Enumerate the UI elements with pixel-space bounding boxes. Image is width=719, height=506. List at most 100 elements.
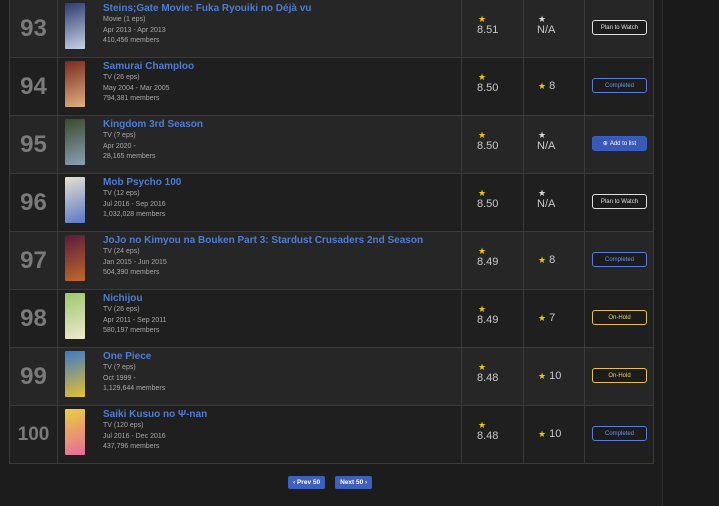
anime-info: Mob Psycho 100 TV (12 eps) Jul 2016 - Se…: [103, 176, 181, 221]
anime-thumbnail[interactable]: [65, 61, 85, 107]
anime-members: 794,381 members: [103, 95, 160, 102]
anime-dates: May 2004 - Mar 2005: [103, 84, 170, 92]
status-cell: On-Hold: [585, 290, 653, 347]
status-label: Completed: [604, 430, 634, 437]
status-label: On-Hold: [608, 314, 631, 321]
rank-number: 93: [20, 14, 47, 42]
score-value: 8.48: [477, 372, 499, 384]
status-button[interactable]: Plan to Watch: [592, 194, 647, 209]
star-icon: ★: [538, 255, 547, 265]
star-icon: ★: [478, 188, 487, 198]
score-cell: ★ 8.49: [462, 290, 524, 347]
status-cell: Plan to Watch: [585, 174, 653, 231]
score-cell: ★ 8.50: [462, 58, 524, 115]
anime-type: TV (? eps): [103, 132, 136, 139]
status-label: Add to list: [609, 140, 637, 147]
rank-cell: 97: [10, 232, 58, 289]
your-score-value: 7: [549, 312, 556, 324]
your-score-value: 8: [549, 254, 556, 266]
title-cell: JoJo no Kimyou na Bouken Part 3: Stardus…: [58, 232, 462, 289]
score-value: 8.50: [477, 198, 499, 210]
star-icon: ★: [538, 188, 547, 198]
anime-info: Kingdom 3rd Season TV (? eps) Apr 2020 -…: [103, 118, 203, 163]
anime-type: TV (26 eps): [103, 306, 140, 313]
rank-number: 96: [20, 188, 47, 216]
status-button[interactable]: On-Hold: [592, 310, 647, 325]
rank-cell: 96: [10, 174, 58, 231]
rank-number: 99: [20, 362, 47, 390]
anime-title-link[interactable]: One Piece: [103, 350, 165, 363]
anime-dates: Jan 2015 - Jun 2015: [103, 258, 167, 266]
anime-thumbnail[interactable]: [65, 177, 85, 223]
anime-thumbnail[interactable]: [65, 409, 85, 455]
star-icon: ★: [478, 304, 487, 314]
anime-title-link[interactable]: Nichijou: [103, 292, 167, 305]
anime-title-link[interactable]: Steins;Gate Movie: Fuka Ryouiki no Déjà …: [103, 2, 311, 15]
status-label: On-Hold: [608, 372, 631, 379]
title-cell: Saiki Kusuo no Ψ-nan TV (120 eps) Jul 20…: [58, 406, 462, 463]
anime-thumbnail[interactable]: [65, 351, 85, 397]
star-icon: ★: [538, 429, 547, 439]
anime-dates: Apr 2011 - Sep 2011: [103, 316, 167, 324]
status-button[interactable]: Completed: [592, 252, 647, 267]
your-score-cell: ★ 7: [524, 290, 585, 347]
anime-dates: Apr 2013 - Apr 2013: [103, 26, 166, 34]
anime-title-link[interactable]: Mob Psycho 100: [103, 176, 181, 189]
status-cell: On-Hold: [585, 348, 653, 405]
anime-type: TV (24 eps): [103, 248, 140, 255]
anime-title-link[interactable]: Samurai Champloo: [103, 60, 194, 73]
plus-circle-icon: ⊕: [602, 141, 608, 147]
ranking-table: 93 Steins;Gate Movie: Fuka Ryouiki no Dé…: [9, 0, 654, 464]
status-label: Plan to Watch: [600, 24, 639, 31]
next-page-button[interactable]: Next 50 ›: [335, 476, 373, 489]
your-score-cell: ★ N/A: [524, 0, 585, 57]
score-cell: ★ 8.51: [462, 0, 524, 57]
score-cell: ★ 8.50: [462, 116, 524, 173]
anime-dates: Jul 2016 - Sep 2016: [103, 200, 166, 208]
anime-type: TV (120 eps): [103, 422, 144, 429]
table-row: 100 Saiki Kusuo no Ψ-nan TV (120 eps) Ju…: [10, 405, 653, 463]
score-value: 8.48: [477, 430, 499, 442]
status-button[interactable]: On-Hold: [592, 368, 647, 383]
table-row: 99 One Piece TV (? eps) Oct 1999 - 1,129…: [10, 347, 653, 405]
status-cell: Completed: [585, 58, 653, 115]
status-label: Plan to Watch: [600, 198, 639, 205]
score-value: 8.50: [477, 82, 499, 94]
score-value: 8.49: [477, 256, 499, 268]
anime-type: TV (26 eps): [103, 74, 140, 81]
anime-thumbnail[interactable]: [65, 3, 85, 49]
table-row: 97 JoJo no Kimyou na Bouken Part 3: Star…: [10, 231, 653, 289]
your-score-value: N/A: [537, 198, 556, 210]
table-row: 93 Steins;Gate Movie: Fuka Ryouiki no Dé…: [10, 0, 653, 57]
your-score-cell: ★ N/A: [524, 116, 585, 173]
status-button[interactable]: Plan to Watch: [592, 20, 647, 35]
ranking-panel: 93 Steins;Gate Movie: Fuka Ryouiki no Dé…: [0, 0, 663, 506]
table-row: 95 Kingdom 3rd Season TV (? eps) Apr 202…: [10, 115, 653, 173]
status-button[interactable]: Completed: [592, 78, 647, 93]
star-icon: ★: [478, 130, 487, 140]
anime-thumbnail[interactable]: [65, 293, 85, 339]
your-score-cell: ★ 8: [524, 58, 585, 115]
table-row: 98 Nichijou TV (26 eps) Apr 2011 - Sep 2…: [10, 289, 653, 347]
anime-thumbnail[interactable]: [65, 119, 85, 165]
anime-title-link[interactable]: Kingdom 3rd Season: [103, 118, 203, 131]
status-cell: ⊕ Add to list: [585, 116, 653, 173]
star-icon: ★: [478, 420, 487, 430]
rank-number: 98: [20, 304, 47, 332]
status-button[interactable]: ⊕ Add to list: [592, 136, 647, 151]
anime-members: 437,796 members: [103, 443, 160, 450]
star-icon: ★: [538, 371, 547, 381]
anime-type: TV (12 eps): [103, 190, 140, 197]
status-button[interactable]: Completed: [592, 426, 647, 441]
anime-type: TV (? eps): [103, 364, 136, 371]
prev-page-button[interactable]: ‹ Prev 50: [288, 476, 326, 489]
your-score-value: 8: [549, 80, 556, 92]
rank-number: 94: [20, 72, 47, 100]
anime-title-link[interactable]: Saiki Kusuo no Ψ-nan: [103, 408, 207, 421]
anime-title-link[interactable]: JoJo no Kimyou na Bouken Part 3: Stardus…: [103, 234, 423, 247]
score-cell: ★ 8.48: [462, 348, 524, 405]
title-cell: Steins;Gate Movie: Fuka Ryouiki no Déjà …: [58, 0, 462, 57]
anime-info: Steins;Gate Movie: Fuka Ryouiki no Déjà …: [103, 2, 311, 47]
score-value: 8.51: [477, 24, 499, 36]
anime-thumbnail[interactable]: [65, 235, 85, 281]
